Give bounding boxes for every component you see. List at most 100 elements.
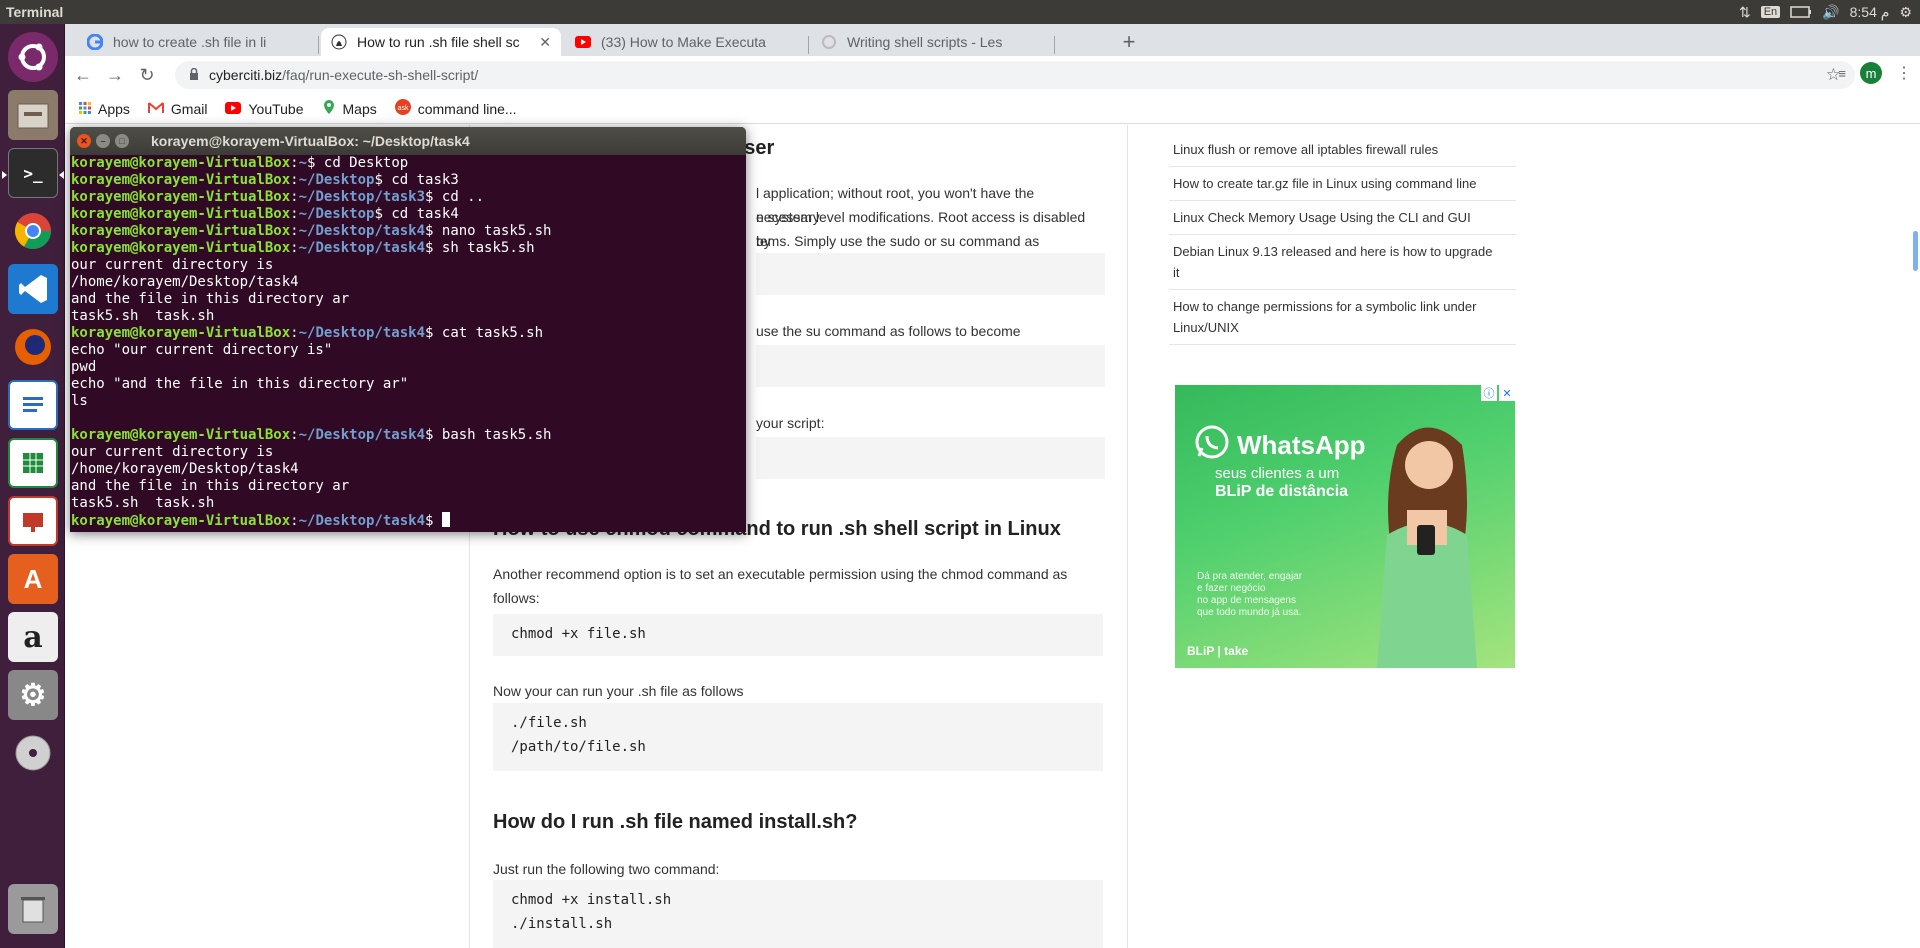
prompt-path: ~/Desktop/task4 xyxy=(298,223,426,239)
network-icon[interactable]: ⇅ xyxy=(1739,4,1751,21)
whatsapp-icon xyxy=(1195,425,1229,466)
clock[interactable]: 8:54 م xyxy=(1850,4,1890,21)
gear-icon[interactable]: ⚙ xyxy=(1899,4,1912,21)
terminal-line: task5.sh task.sh xyxy=(71,308,215,324)
ad-small-line: Dá pra atender, engajar xyxy=(1197,571,1303,582)
prompt-separator: : xyxy=(290,427,299,443)
prompt-path: ~/Desktop/task4 xyxy=(298,427,426,443)
svg-text:ask: ask xyxy=(397,105,408,112)
forward-button[interactable]: → xyxy=(101,61,129,89)
prompt-dollar: $ xyxy=(374,172,383,188)
battery-icon[interactable] xyxy=(1790,6,1812,18)
trash-icon[interactable] xyxy=(8,884,58,934)
writer-icon[interactable] xyxy=(8,380,58,430)
prompt-user-host: korayem@korayem-VirtualBox xyxy=(71,189,291,205)
whatsapp-ad-banner[interactable]: ⓘ ✕ WhatsApp seus clientes a um BLiP de … xyxy=(1175,385,1515,668)
prompt-path: ~/Desktop/task4 xyxy=(298,513,426,529)
related-link[interactable]: Debian Linux 9.13 released and here is h… xyxy=(1169,235,1516,290)
prompt-user-host: korayem@korayem-VirtualBox xyxy=(71,206,291,222)
ad-info-icon[interactable]: ⓘ xyxy=(1481,385,1497,401)
bookmarks-bar: Apps Gmail YouTube Maps ask command line… xyxy=(65,94,1920,124)
software-center-icon[interactable]: A xyxy=(8,554,58,604)
scrollbar-thumb[interactable] xyxy=(1913,231,1918,271)
prompt-path: ~/Desktop/task4 xyxy=(298,325,426,341)
close-icon[interactable]: ✕ xyxy=(1499,385,1515,401)
code-block[interactable]: chmod +x file.sh xyxy=(493,614,1103,656)
close-icon[interactable]: ✕ xyxy=(77,134,91,148)
prompt-path: ~/Desktop xyxy=(298,206,375,222)
prompt-path: ~/Desktop xyxy=(298,172,375,188)
bookmark-youtube[interactable]: YouTube xyxy=(225,100,304,117)
related-link[interactable]: Linux Check Memory Usage Using the CLI a… xyxy=(1169,201,1516,235)
terminal-line: korayem@korayem-VirtualBox:~/Desktop$ cd… xyxy=(71,206,746,223)
code-block xyxy=(756,345,1105,387)
terminal-line: korayem@korayem-VirtualBox:~/Desktop/tas… xyxy=(71,223,746,240)
terminal-line: korayem@korayem-VirtualBox:~/Desktop/tas… xyxy=(71,427,746,444)
back-button[interactable]: ← xyxy=(69,61,97,89)
ad-woman-illustration xyxy=(1377,427,1477,668)
keyboard-layout-indicator[interactable]: En xyxy=(1760,6,1781,18)
related-link[interactable]: Linux flush or remove all iptables firew… xyxy=(1169,125,1516,167)
calc-icon[interactable] xyxy=(8,438,58,488)
settings-icon[interactable]: ⚙ xyxy=(8,670,58,720)
bookmark-ask[interactable]: ask command line... xyxy=(394,99,517,118)
chrome-icon[interactable] xyxy=(8,206,58,256)
prompt-command: cat task5.sh xyxy=(433,325,544,341)
code-line: /path/to/file.sh xyxy=(511,739,646,755)
prompt-command: bash task5.sh xyxy=(433,427,552,443)
loading-icon xyxy=(821,34,837,50)
tab-separator xyxy=(318,36,319,54)
code-block[interactable]: ./file.sh /path/to/file.sh xyxy=(493,703,1103,771)
prompt-path: ~/Desktop/task4 xyxy=(298,240,426,256)
terminal-cursor xyxy=(441,512,450,527)
address-bar[interactable]: cyberciti.biz/faq/run-execute-sh-shell-s… xyxy=(175,61,1855,89)
prompt-user-host: korayem@korayem-VirtualBox xyxy=(71,240,291,256)
impress-icon[interactable] xyxy=(8,496,58,546)
terminal-titlebar[interactable]: ✕ – □ korayem@korayem-VirtualBox: ~/Desk… xyxy=(70,127,746,155)
vscode-icon[interactable] xyxy=(8,264,58,314)
prompt-separator: : xyxy=(290,155,299,171)
dvd-icon[interactable] xyxy=(8,728,58,778)
prompt-command: cd Desktop xyxy=(315,155,409,171)
terminal-window[interactable]: ✕ – □ korayem@korayem-VirtualBox: ~/Desk… xyxy=(70,127,746,532)
terminal-output[interactable]: korayem@korayem-VirtualBox:~$ cd Desktop… xyxy=(70,155,746,530)
menu-kebab-icon[interactable]: ⋮ xyxy=(1896,63,1912,83)
bookmark-maps[interactable]: Maps xyxy=(322,99,377,118)
terminal-line: korayem@korayem-VirtualBox:~/Desktop/tas… xyxy=(71,512,746,530)
new-tab-button[interactable]: + xyxy=(1115,28,1143,56)
tab-youtube[interactable]: (33) How to Make Executa xyxy=(565,28,805,56)
firefox-icon[interactable] xyxy=(8,322,58,372)
bookmark-apps[interactable]: Apps xyxy=(79,101,130,117)
related-link[interactable]: How to change permissions for a symbolic… xyxy=(1169,290,1516,345)
minimize-icon[interactable]: – xyxy=(96,134,110,148)
ad-tagline-line: seus clientes a um xyxy=(1215,465,1340,482)
close-icon[interactable]: ✕ xyxy=(539,34,551,51)
system-top-bar: Terminal ⇅ En 🔊 8:54 م ⚙ xyxy=(0,0,1920,24)
terminal-icon[interactable]: >_ xyxy=(2,148,64,198)
volume-icon[interactable]: 🔊 xyxy=(1822,4,1839,21)
tab-writing-shell-scripts[interactable]: Writing shell scripts - Les xyxy=(811,28,1051,56)
ubuntu-dash-icon[interactable] xyxy=(8,32,58,82)
related-link[interactable]: How to create tar.gz file in Linux using… xyxy=(1169,167,1516,201)
prompt-user-host: korayem@korayem-VirtualBox xyxy=(71,325,291,341)
prompt-user-host: korayem@korayem-VirtualBox xyxy=(71,223,291,239)
bookmark-label: YouTube xyxy=(248,100,304,117)
tab-cyberciti[interactable]: How to run .sh file shell sc ✕ xyxy=(321,28,561,56)
bookmark-label: Maps xyxy=(342,100,377,117)
files-icon[interactable] xyxy=(8,90,58,140)
prompt-separator: : xyxy=(290,189,299,205)
url-host: cyberciti.biz xyxy=(209,67,283,83)
code-block[interactable]: chmod +x install.sh ./install.sh xyxy=(493,880,1103,948)
media-controls-icon[interactable]: ≡ xyxy=(1838,66,1846,81)
tab-google-search[interactable]: how to create .sh file in li xyxy=(77,28,317,56)
reload-button[interactable]: ↻ xyxy=(133,61,161,89)
ad-tagline: seus clientes a um BLiP de distância xyxy=(1215,465,1348,501)
bookmark-gmail[interactable]: Gmail xyxy=(147,101,207,117)
profile-avatar[interactable]: m xyxy=(1860,62,1882,84)
page-scrollbar[interactable] xyxy=(1906,125,1920,948)
ad-tagline-line: BLiP de distância xyxy=(1215,483,1349,500)
code-block xyxy=(756,253,1105,295)
tab-title: How to run .sh file shell sc xyxy=(357,34,520,50)
amazon-icon[interactable]: a xyxy=(8,612,58,662)
maximize-icon[interactable]: □ xyxy=(115,134,129,148)
